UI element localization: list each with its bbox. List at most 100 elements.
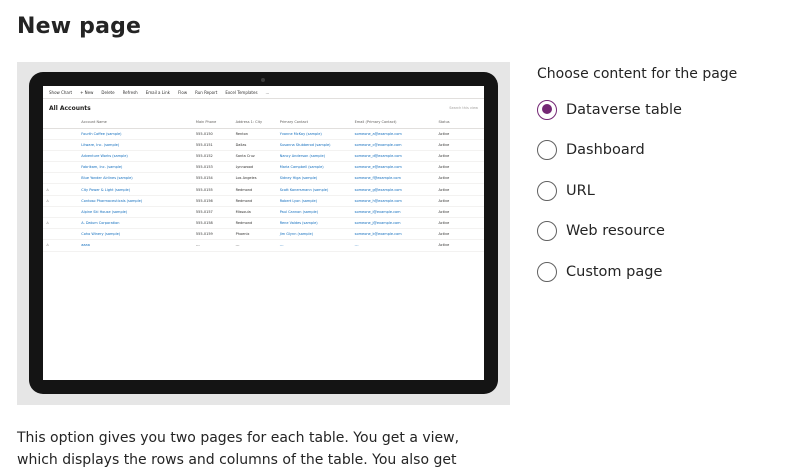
radio-custom-page[interactable] bbox=[537, 261, 557, 282]
command-delete: Delete bbox=[101, 89, 115, 95]
grid-row: ⚠ A. Datum Corporation 555-0158 Redmond Rene… bbox=[43, 217, 484, 230]
radio-selected-dot bbox=[541, 104, 552, 114]
grid-column-header: Email (Primary Contact) bbox=[351, 117, 436, 129]
content-chooser: Choose content for the page Dataverse ta… bbox=[537, 66, 737, 301]
row-status-icon bbox=[43, 206, 79, 219]
grid-row: Adventure Works (sample) 555-0152 Santa Cr… bbox=[43, 150, 484, 163]
grid-cell: Litware, Inc. (sample) bbox=[78, 139, 193, 151]
grid-cell: --- bbox=[192, 239, 233, 252]
grid-cell: someone_g@example.com bbox=[351, 183, 436, 196]
command-more: ... bbox=[265, 89, 270, 95]
row-status-icon bbox=[43, 128, 79, 140]
command-run-report: Run Report bbox=[195, 89, 218, 95]
row-status-icon bbox=[43, 139, 79, 151]
grid-cell: Active bbox=[435, 161, 484, 174]
grid-cell: --- bbox=[351, 239, 436, 252]
accounts-grid: Account Name Main Phone Address 1: City Pri… bbox=[43, 117, 484, 252]
tablet-device: Show Chart + New Delete Refresh Email a … bbox=[29, 72, 498, 394]
page-title: New page bbox=[17, 14, 142, 39]
option-dataverse-table[interactable]: Dataverse table bbox=[537, 98, 737, 121]
grid-cell: Alpine Ski House (sample) bbox=[78, 206, 193, 219]
row-status-icon bbox=[43, 150, 79, 163]
option-label: Dashboard bbox=[566, 142, 645, 158]
row-status-icon: ⚠ bbox=[43, 239, 79, 252]
grid-row: Litware, Inc. (sample) 555-0151 Dallas Susa… bbox=[43, 139, 484, 151]
radio-web-resource[interactable] bbox=[537, 221, 557, 241]
grid-cell: Maria Campbell (sample) bbox=[276, 161, 352, 174]
option-label: Custom page bbox=[566, 263, 663, 280]
grid-cell: Active bbox=[435, 183, 484, 196]
grid-cell: Renton bbox=[232, 128, 277, 140]
grid-header-row: Account Name Main Phone Address 1: City Pri… bbox=[43, 117, 484, 129]
grid-cell: 555-0158 bbox=[192, 217, 233, 230]
description-line: which displays the rows and columns of t… bbox=[17, 451, 457, 468]
grid-cell: Contoso Pharmaceuticals (sample) bbox=[78, 195, 193, 207]
grid-row: Blue Yonder Airlines (sample) 555-0154 Los… bbox=[43, 172, 484, 185]
view-name: All Accounts bbox=[49, 104, 91, 112]
grid-cell: Active bbox=[435, 128, 484, 140]
grid-cell: someone_k@example.com bbox=[351, 228, 436, 241]
grid-cell: Scott Konersmann (sample) bbox=[276, 183, 352, 196]
grid-cell: 555-0156 bbox=[192, 195, 233, 207]
grid-cell: Robert Lyon (sample) bbox=[276, 195, 352, 207]
grid-column-header: Primary Contact bbox=[276, 117, 352, 129]
grid-cell: City Power & Light (sample) bbox=[78, 183, 193, 196]
grid-cell: A. Datum Corporation bbox=[78, 217, 193, 230]
grid-cell: Rene Valdes (sample) bbox=[276, 217, 352, 230]
grid-cell: 555-0151 bbox=[192, 139, 233, 151]
grid-cell: Coho Winery (sample) bbox=[78, 228, 193, 241]
row-status-icon: ⚠ bbox=[43, 217, 79, 230]
content-prompt: Choose content for the page bbox=[537, 66, 738, 82]
grid-cell: 555-0154 bbox=[192, 172, 233, 185]
grid-cell: 555-0153 bbox=[192, 161, 233, 174]
radio-dashboard[interactable] bbox=[537, 140, 557, 160]
row-status-icon bbox=[43, 161, 79, 174]
grid-cell: Missoula bbox=[232, 206, 277, 219]
option-web-resource[interactable]: Web resource bbox=[537, 220, 737, 243]
grid-cell: Jim Glynn (sample) bbox=[276, 228, 352, 241]
grid-cell: someone_h@example.com bbox=[351, 195, 436, 207]
grid-cell: Susanna Stubberod (sample) bbox=[276, 139, 352, 151]
grid-cell: 555-0157 bbox=[192, 206, 233, 219]
grid-row: Fabrikam, Inc. (sample) 555-0153 Lynnwood M… bbox=[43, 161, 484, 174]
grid-row: ⚠ aaaa --- --- --- --- Active bbox=[43, 239, 484, 252]
command-email-link: Email a Link bbox=[145, 89, 170, 95]
grid-cell: Fourth Coffee (sample) bbox=[78, 128, 193, 140]
grid-cell: someone_i@example.com bbox=[351, 206, 436, 219]
grid-cell: aaaa bbox=[78, 239, 193, 252]
radio-dataverse-table[interactable] bbox=[537, 99, 557, 120]
option-description: This option gives you two pages for each… bbox=[17, 428, 537, 471]
camera-dot bbox=[261, 78, 265, 82]
grid-cell: Active bbox=[435, 228, 484, 241]
grid-column-header bbox=[43, 117, 79, 129]
option-label: URL bbox=[566, 182, 595, 199]
grid-cell: Blue Yonder Airlines (sample) bbox=[78, 172, 193, 185]
description-line: This option gives you two pages for each… bbox=[17, 430, 460, 446]
row-status-icon: ⚠ bbox=[43, 183, 79, 196]
grid-column-header: Status bbox=[435, 117, 484, 129]
grid-cell: 555-0152 bbox=[192, 150, 233, 163]
view-bar: All Accounts Search this view bbox=[43, 99, 484, 117]
grid-cell: Sidney Higa (sample) bbox=[276, 172, 352, 185]
grid-cell: Active bbox=[435, 139, 484, 151]
radio-url[interactable] bbox=[537, 180, 557, 201]
grid-cell: someone_f@example.com bbox=[351, 172, 436, 185]
grid-cell: Redmond bbox=[232, 195, 277, 207]
option-custom-page[interactable]: Custom page bbox=[537, 260, 737, 283]
tablet-screen: Show Chart + New Delete Refresh Email a … bbox=[43, 86, 484, 380]
grid-cell: someone_c@example.com bbox=[351, 139, 436, 151]
command-bar: Show Chart + New Delete Refresh Email a … bbox=[43, 86, 484, 99]
grid-cell: Fabrikam, Inc. (sample) bbox=[78, 161, 193, 174]
content-preview-image: Show Chart + New Delete Refresh Email a … bbox=[17, 62, 510, 405]
grid-column-header: Main Phone bbox=[192, 117, 233, 129]
grid-cell: Paul Cannon (sample) bbox=[276, 206, 352, 219]
option-url[interactable]: URL bbox=[537, 179, 737, 202]
command-excel-templates: Excel Templates bbox=[225, 89, 258, 95]
command-refresh: Refresh bbox=[122, 89, 138, 95]
grid-column-header: Account Name bbox=[78, 117, 193, 129]
option-dashboard[interactable]: Dashboard bbox=[537, 139, 737, 162]
grid-cell: someone_e@example.com bbox=[351, 161, 436, 174]
grid-cell: Active bbox=[435, 150, 484, 163]
grid-cell: Active bbox=[435, 195, 484, 207]
grid-cell: someone_d@example.com bbox=[351, 150, 436, 163]
